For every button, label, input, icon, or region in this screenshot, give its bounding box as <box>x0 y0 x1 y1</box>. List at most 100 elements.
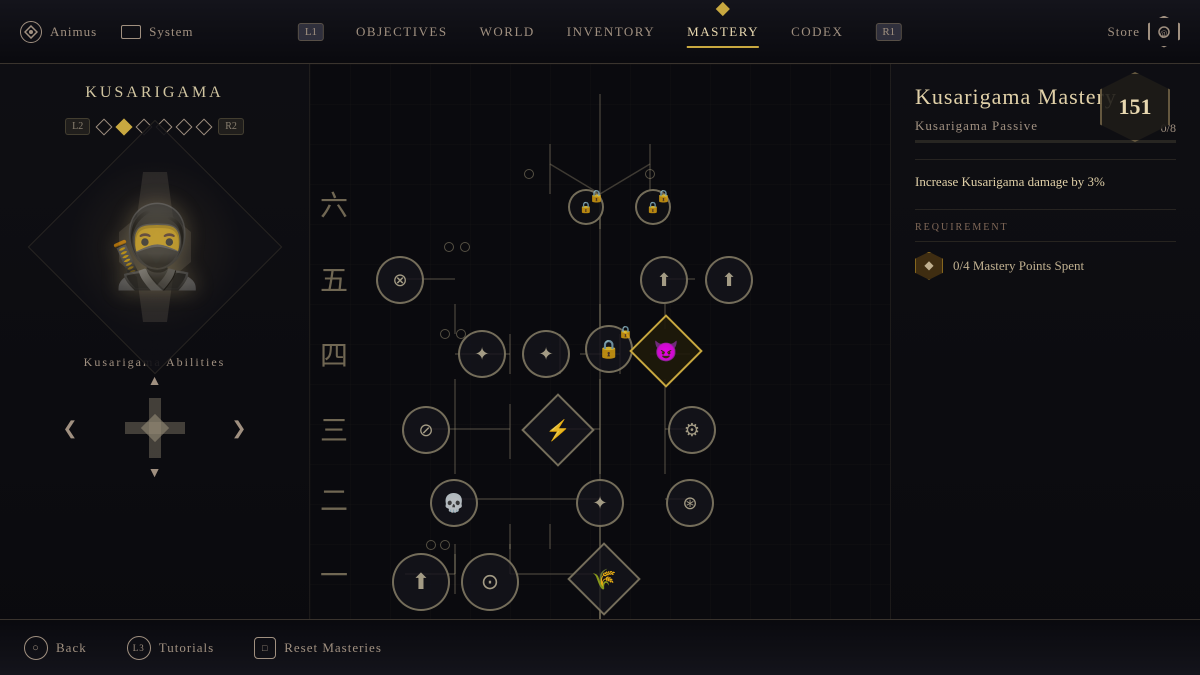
currency-value: 151 <box>1119 94 1152 120</box>
r2-button[interactable]: R2 <box>218 118 244 135</box>
selector-d2 <box>116 118 133 135</box>
skill-node-4-locked[interactable]: 🔒 <box>585 325 633 373</box>
back-button[interactable]: ○ Back <box>24 636 87 660</box>
skill-node-5-circle[interactable]: ⊗ <box>376 256 424 304</box>
nav-up-btn[interactable]: ▲ <box>148 374 162 390</box>
skill-circle-5-r1: ⬆ <box>640 256 688 304</box>
skill-node-4-diamond[interactable]: 😈 <box>640 325 692 377</box>
r1-indicator: R1 <box>875 23 902 41</box>
skill-node-3-diamond[interactable]: ⚡ <box>532 404 584 456</box>
mastery-passive-label: Kusarigama Passive <box>915 118 1038 134</box>
skill-circle-4-2: ✦ <box>522 330 570 378</box>
cross-center <box>140 414 168 442</box>
requirement-hex-icon: ◆ <box>915 252 943 280</box>
back-label: Back <box>56 640 87 656</box>
reset-btn-icon: □ <box>254 637 276 659</box>
skill-node-4-circle-1[interactable]: ✦ <box>458 330 506 378</box>
selector-d5 <box>176 118 193 135</box>
skill-node-5-up-r2[interactable]: ⬆ <box>705 256 753 304</box>
requirement-text: 0/4 Mastery Points Spent <box>953 258 1084 274</box>
skill-node-2-circle[interactable]: 💀 <box>430 479 478 527</box>
node-dot <box>645 169 655 179</box>
reset-button[interactable]: □ Reset Masteries <box>254 637 382 659</box>
skill-node-6-2[interactable] <box>645 169 655 179</box>
reset-label: Reset Masteries <box>284 640 382 656</box>
skill-node-5-dots <box>444 242 470 252</box>
requirement-divider <box>915 241 1176 242</box>
skill-tree-container: 六 五 四 三 二 一 🔒 🔒 ⊗ ⬆ <box>310 64 890 619</box>
node-dot-2 <box>460 242 470 252</box>
skill-circle-2-r: ⊛ <box>666 479 714 527</box>
tutorials-btn-icon: L3 <box>127 636 151 660</box>
nav-system[interactable]: System <box>121 24 193 40</box>
store-icon: @ <box>1148 16 1180 48</box>
selector-d1 <box>96 118 113 135</box>
diamond-inner-1: 🌾 <box>592 567 617 592</box>
l2-button[interactable]: L2 <box>65 118 90 135</box>
mastery-description: Increase Kusarigama damage by 3% <box>915 172 1176 193</box>
divider-2 <box>915 209 1176 210</box>
row-label-3: 三 <box>320 409 348 449</box>
tab-world[interactable]: World <box>480 20 535 44</box>
skill-circle-1-c: ⊙ <box>461 553 519 611</box>
skill-node-2-circle-r[interactable]: ⊛ <box>666 479 714 527</box>
skill-circle-2: 💀 <box>430 479 478 527</box>
node-dot <box>440 540 450 550</box>
svg-text:@: @ <box>1160 29 1168 38</box>
node-locked: 🔒 <box>635 189 671 225</box>
system-icon <box>121 25 141 39</box>
weapon-portrait: 🥷 <box>27 120 282 375</box>
skill-circle-5: ⊗ <box>376 256 424 304</box>
skill-node-1-dots <box>426 540 450 550</box>
skill-circle-3: ⊘ <box>402 406 450 454</box>
nav-animus[interactable]: Animus <box>20 21 97 43</box>
nav-left-btn[interactable]: ❮ <box>55 410 86 447</box>
selector-d6 <box>196 118 213 135</box>
store-button[interactable]: Store @ <box>1108 16 1180 48</box>
skill-circle-2-m: ✦ <box>576 479 624 527</box>
row-label-5: 五 <box>320 259 348 299</box>
node-locked: 🔒 <box>568 189 604 225</box>
diamond-inner-3: ⚡ <box>546 418 571 443</box>
skill-node-1-diamond[interactable]: 🌾 <box>578 553 630 605</box>
tab-inventory[interactable]: Inventory <box>567 20 655 44</box>
diamond-inner: 😈 <box>654 339 679 364</box>
node-dot-1 <box>444 242 454 252</box>
animus-icon <box>20 21 42 43</box>
skill-node-6-locked-1[interactable]: 🔒 <box>568 189 604 225</box>
skill-node-2-circle-m[interactable]: ✦ <box>576 479 624 527</box>
animus-label: Animus <box>50 24 97 40</box>
node-dot <box>426 540 436 550</box>
tutorials-button[interactable]: L3 Tutorials <box>127 636 214 660</box>
nav-down: ▼ <box>148 466 162 482</box>
skill-node-3-circle-r[interactable]: ⚙ <box>668 406 716 454</box>
weapon-figure: 🥷 <box>105 200 205 294</box>
nav-right-btn[interactable]: ❯ <box>223 410 254 447</box>
l1-indicator: L1 <box>298 23 324 41</box>
mastery-active-indicator <box>716 1 730 15</box>
skill-node-1-circle[interactable]: ⊙ <box>461 553 519 611</box>
nav-down-btn[interactable]: ▼ <box>148 466 162 482</box>
skill-circle-4-1: ✦ <box>458 330 506 378</box>
nav-cross <box>125 398 185 458</box>
row-label-6: 六 <box>320 184 348 224</box>
nav-up: ▲ <box>148 374 162 390</box>
requirement-label: REQUIREMENT <box>915 222 1176 233</box>
circle-btn-icon: ○ <box>24 636 48 660</box>
skill-node-1-up[interactable]: ⬆ <box>392 553 450 611</box>
tab-mastery[interactable]: Mastery <box>687 20 759 44</box>
tutorials-label: Tutorials <box>159 640 214 656</box>
node-dot <box>524 169 534 179</box>
skill-node-4-circle-2[interactable]: ✦ <box>522 330 570 378</box>
skill-tree-area: 六 五 四 三 二 一 🔒 🔒 ⊗ ⬆ <box>310 64 890 619</box>
skill-node-5-up[interactable]: ⬆ <box>640 256 688 304</box>
skill-node-6-1[interactable] <box>524 169 534 179</box>
skill-node-6-locked-2[interactable]: 🔒 <box>635 189 671 225</box>
skill-node-3-circle[interactable]: ⊘ <box>402 406 450 454</box>
tab-codex[interactable]: Codex <box>791 20 843 44</box>
tab-objectives[interactable]: Objectives <box>356 20 448 44</box>
node-dot <box>440 329 450 339</box>
requirement-item: ◆ 0/4 Mastery Points Spent <box>915 252 1176 280</box>
skill-circle-1-up: ⬆ <box>392 553 450 611</box>
bottom-bar: ○ Back L3 Tutorials □ Reset Masteries <box>0 619 1200 675</box>
